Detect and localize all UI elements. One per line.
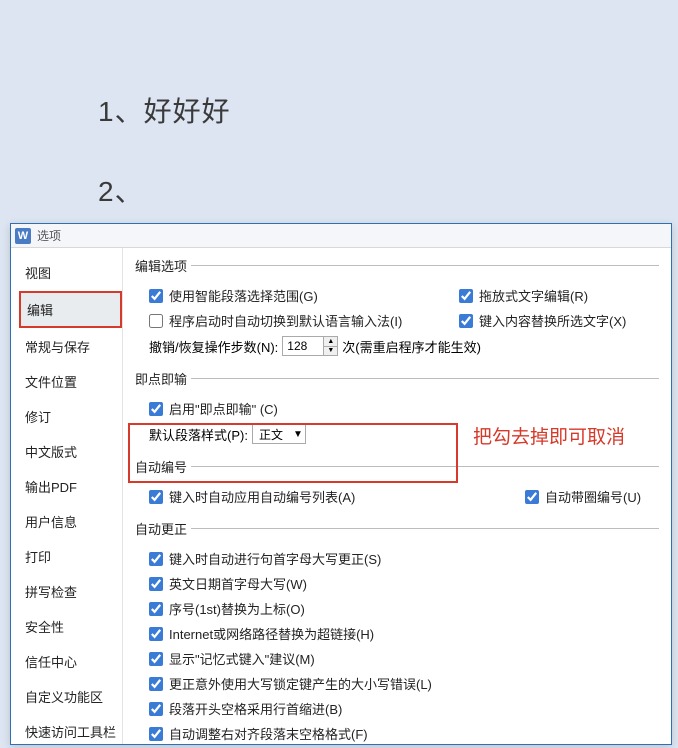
sidebar-item-security[interactable]: 安全性: [19, 610, 122, 643]
checkbox-auto-number-list[interactable]: [149, 490, 163, 504]
checkbox-ac-4[interactable]: [149, 652, 163, 666]
sidebar-item-general-save[interactable]: 常规与保存: [19, 330, 122, 363]
document-area: 1、好好好 2、: [0, 0, 678, 210]
group-auto-number: 自动编号 键入时自动应用自动编号列表(A) 自动带圈编号(U): [135, 457, 659, 509]
doc-line-1: 1、好好好: [98, 90, 678, 130]
label-overwrite: 键入内容替换所选文字(X): [479, 311, 626, 330]
checkbox-overwrite[interactable]: [459, 314, 473, 328]
sidebar-item-chinese-layout[interactable]: 中文版式: [19, 435, 122, 468]
sidebar-item-output-pdf[interactable]: 输出PDF: [19, 470, 122, 503]
checkbox-ac-1[interactable]: [149, 577, 163, 591]
app-icon: W: [15, 228, 31, 244]
checkbox-ac-5[interactable]: [149, 677, 163, 691]
checkbox-ac-0[interactable]: [149, 552, 163, 566]
options-sidebar: 视图 编辑 常规与保存 文件位置 修订 中文版式 输出PDF 用户信息 打印 拼…: [11, 248, 123, 744]
label-ac-5: 更正意外使用大写锁定键产生的大小写错误(L): [169, 674, 432, 693]
input-undo-steps[interactable]: [283, 337, 323, 355]
sidebar-item-quick-access[interactable]: 快速访问工具栏: [19, 715, 122, 748]
label-undo-steps: 撤销/恢复操作步数(N):: [149, 337, 278, 356]
label-ac-2: 序号(1st)替换为上标(O): [169, 599, 305, 618]
label-auto-number-list: 键入时自动应用自动编号列表(A): [169, 487, 355, 506]
group-click-input-legend: 即点即输: [135, 369, 191, 388]
sidebar-item-user-info[interactable]: 用户信息: [19, 505, 122, 538]
dialog-titlebar[interactable]: W 选项: [11, 224, 671, 248]
options-content: 编辑选项 使用智能段落选择范围(G) 拖放式文字编辑(R) 程序启动时自动切换到…: [123, 248, 671, 744]
label-ac-4: 显示"记忆式键入"建议(M): [169, 649, 315, 668]
label-smart-select: 使用智能段落选择范围(G): [169, 286, 318, 305]
checkbox-drag-edit[interactable]: [459, 289, 473, 303]
spinner-undo-steps[interactable]: ▲ ▼: [282, 336, 338, 356]
select-default-style[interactable]: 正文 ▼: [252, 424, 306, 444]
sidebar-item-edit[interactable]: 编辑: [19, 291, 122, 328]
chevron-down-icon: ▼: [293, 429, 303, 440]
sidebar-item-file-location[interactable]: 文件位置: [19, 365, 122, 398]
sidebar-item-print[interactable]: 打印: [19, 540, 122, 573]
group-auto-correct: 自动更正 键入时自动进行句首字母大写更正(S) 英文日期首字母大写(W) 序号(…: [135, 519, 659, 744]
spinner-down-icon[interactable]: ▼: [324, 347, 337, 356]
checkbox-ac-2[interactable]: [149, 602, 163, 616]
checkbox-default-ime[interactable]: [149, 314, 163, 328]
label-enable-click-input: 启用"即点即输" (C): [169, 399, 278, 418]
dialog-title: 选项: [37, 227, 61, 244]
checkbox-ac-6[interactable]: [149, 702, 163, 716]
checkbox-ac-7[interactable]: [149, 727, 163, 741]
sidebar-item-spellcheck[interactable]: 拼写检查: [19, 575, 122, 608]
label-ac-6: 段落开头空格采用行首缩进(B): [169, 699, 342, 718]
checkbox-enable-click-input[interactable]: [149, 402, 163, 416]
checkbox-ac-3[interactable]: [149, 627, 163, 641]
select-default-style-value: 正文: [259, 426, 283, 443]
options-dialog: W 选项 视图 编辑 常规与保存 文件位置 修订 中文版式 输出PDF 用户信息…: [10, 223, 672, 745]
label-ac-1: 英文日期首字母大写(W): [169, 574, 307, 593]
checkbox-smart-select[interactable]: [149, 289, 163, 303]
label-ac-0: 键入时自动进行句首字母大写更正(S): [169, 549, 381, 568]
sidebar-item-customize-ribbon[interactable]: 自定义功能区: [19, 680, 122, 713]
label-default-style: 默认段落样式(P):: [149, 425, 248, 444]
label-default-ime: 程序启动时自动切换到默认语言输入法(I): [169, 311, 402, 330]
group-edit-options: 编辑选项 使用智能段落选择范围(G) 拖放式文字编辑(R) 程序启动时自动切换到…: [135, 256, 659, 359]
doc-line-2: 2、: [98, 170, 678, 210]
checkbox-circled-number[interactable]: [525, 490, 539, 504]
group-auto-number-legend: 自动编号: [135, 457, 191, 476]
group-auto-correct-legend: 自动更正: [135, 519, 191, 538]
spinner-up-icon[interactable]: ▲: [324, 337, 337, 347]
label-drag-edit: 拖放式文字编辑(R): [479, 286, 588, 305]
label-ac-3: Internet或网络路径替换为超链接(H): [169, 624, 374, 643]
label-circled-number: 自动带圈编号(U): [545, 487, 641, 506]
sidebar-item-revision[interactable]: 修订: [19, 400, 122, 433]
label-ac-7: 自动调整右对齐段落末空格格式(F): [169, 724, 368, 743]
label-undo-suffix: 次(需重启程序才能生效): [342, 337, 481, 356]
annotation-text: 把勾去掉即可取消: [473, 422, 625, 449]
sidebar-item-view[interactable]: 视图: [19, 256, 122, 289]
group-edit-legend: 编辑选项: [135, 256, 191, 275]
sidebar-item-trust-center[interactable]: 信任中心: [19, 645, 122, 678]
